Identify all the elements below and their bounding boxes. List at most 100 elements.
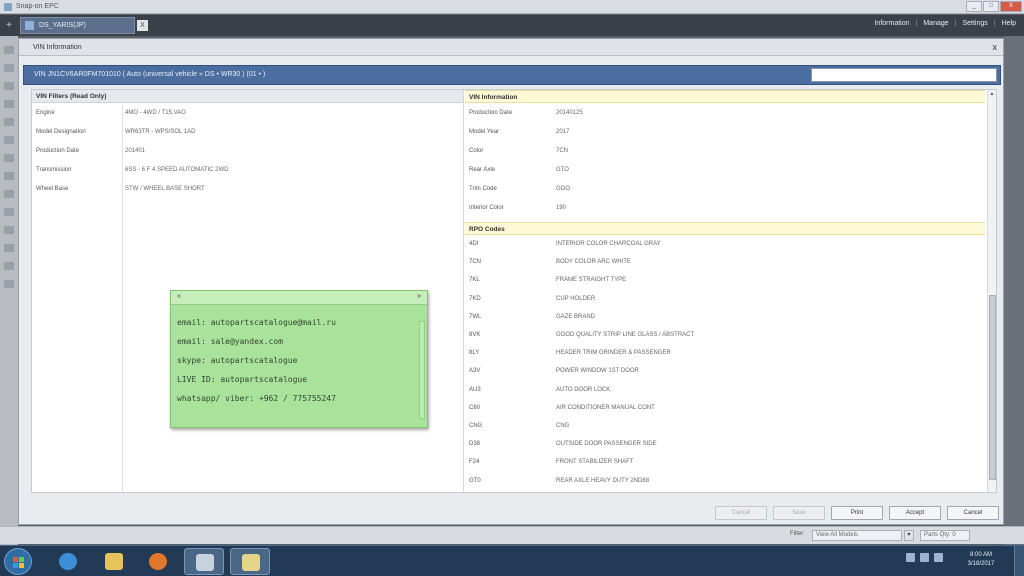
rpo-code: F24 bbox=[469, 459, 480, 466]
toolbar-icon bbox=[4, 262, 14, 270]
print-button[interactable]: Print bbox=[831, 506, 883, 520]
rpo-code: 8LY bbox=[469, 350, 480, 357]
save-disabled-button[interactable]: Save bbox=[773, 506, 825, 520]
maximize-button[interactable]: □ bbox=[983, 1, 999, 12]
info-value: GTO bbox=[556, 166, 569, 173]
vin-details-panel: VIN Filters (Read Only) Engine 4MO - 4WD … bbox=[31, 89, 997, 493]
rpo-description: POWER WINDOW 1ST DOOR bbox=[556, 368, 639, 375]
vertical-scrollbar[interactable]: ▲ bbox=[987, 90, 996, 492]
vin-info-column: VIN Information Production Date 20140125 … bbox=[465, 90, 985, 492]
rpo-row[interactable]: 7WL GAZE BRAND bbox=[465, 308, 985, 326]
filter-row: Production Date 201401 bbox=[32, 141, 463, 160]
start-button[interactable] bbox=[4, 548, 32, 575]
scroll-up-icon[interactable]: ▲ bbox=[988, 90, 996, 98]
accept-button[interactable]: Accept bbox=[889, 506, 941, 520]
rpo-row[interactable]: CNG CNG bbox=[465, 417, 985, 435]
cancel-disabled-button[interactable]: Cancel bbox=[715, 506, 767, 520]
app-icon bbox=[4, 2, 12, 11]
model-filter-select[interactable]: View All Models bbox=[812, 530, 902, 541]
tab-close-icon[interactable]: X bbox=[137, 20, 148, 31]
rpo-code: D38 bbox=[469, 441, 481, 448]
dialog-buttons: Cancel Save Print Accept Cancel bbox=[715, 506, 999, 520]
rpo-code: 4DI bbox=[469, 241, 479, 248]
rpo-row[interactable]: F24 FRONT STABILIZER SHAFT bbox=[465, 453, 985, 471]
scrollbar-thumb[interactable] bbox=[989, 295, 996, 480]
note-line-skype: skype: autopartscatalogue bbox=[177, 356, 298, 365]
note-scrollbar[interactable] bbox=[419, 321, 425, 419]
note-collapse-icon[interactable]: « bbox=[177, 293, 181, 300]
rpo-row[interactable]: 8LY HEADER TRIM GRINDER & PASSENGER bbox=[465, 344, 985, 362]
info-row: Color 7CN bbox=[465, 141, 985, 160]
rpo-row[interactable]: D38 OUTSIDE DOOR PASSENGER SIDE bbox=[465, 435, 985, 453]
info-value: 7CN bbox=[556, 147, 569, 154]
tray-volume-icon[interactable] bbox=[934, 553, 943, 562]
filter-row: Wheel Base STW / WHEEL BASE SHORT bbox=[32, 179, 463, 198]
rpo-row[interactable]: AU3 AUTO DOOR LOCK bbox=[465, 381, 985, 399]
rpo-row[interactable]: A3V POWER WINDOW 1ST DOOR bbox=[465, 362, 985, 380]
rpo-description: BODY COLOR ARC WHITE bbox=[556, 259, 631, 266]
vin-bar-text: VIN JN1CV6AR0FM701010 ( Auto (universal … bbox=[34, 71, 266, 78]
note-expand-icon[interactable]: » bbox=[417, 293, 421, 300]
window-controls: _ □ X bbox=[966, 1, 1022, 12]
taskbar-ie[interactable] bbox=[48, 548, 88, 575]
rpo-row[interactable]: 7CN BODY COLOR ARC WHITE bbox=[465, 253, 985, 271]
rpo-description: CUP HOLDER bbox=[556, 295, 596, 302]
filter-label: Filter bbox=[790, 531, 804, 537]
windows-taskbar: 8:00 AM 3/18/2017 bbox=[0, 545, 1024, 576]
taskbar-app-active[interactable] bbox=[184, 548, 224, 575]
menu-help[interactable]: Help bbox=[1002, 20, 1016, 27]
menu-settings[interactable]: Settings bbox=[962, 20, 987, 27]
vin-information-dialog: VIN Information x VIN JN1CV6AR0FM701010 … bbox=[18, 38, 1004, 525]
vin-search-input[interactable] bbox=[811, 68, 997, 82]
menu-manage[interactable]: Manage bbox=[923, 20, 948, 27]
left-toolbar-dimmed bbox=[0, 36, 18, 546]
note-line-email: email: autopartscatalogue@mail.ru bbox=[177, 318, 336, 327]
info-value: GOO bbox=[556, 185, 571, 192]
taskbar-clock[interactable]: 8:00 AM 3/18/2017 bbox=[960, 551, 1002, 569]
note-line-whatsapp: whatsapp/ viber: +962 / 775755247 bbox=[177, 394, 336, 403]
taskbar-app-2[interactable] bbox=[230, 548, 270, 575]
info-key: Interior Color bbox=[469, 204, 504, 211]
chevron-down-icon[interactable]: ▾ bbox=[904, 530, 914, 541]
filter-key: Engine bbox=[36, 109, 55, 116]
rpo-description: AUTO DOOR LOCK bbox=[556, 386, 611, 393]
cancel-button[interactable]: Cancel bbox=[947, 506, 999, 520]
rpo-description: OUTSIDE DOOR PASSENGER SIDE bbox=[556, 441, 657, 448]
tray-arrow-icon[interactable] bbox=[906, 553, 915, 562]
toolbar-icon bbox=[4, 172, 14, 180]
info-value: 2017 bbox=[556, 128, 570, 135]
filter-row: Engine 4MO - 4WD / T15.VAO bbox=[32, 103, 463, 122]
toolbar-icon bbox=[4, 190, 14, 198]
info-key: Color bbox=[469, 147, 484, 154]
dialog-close-icon[interactable]: x bbox=[993, 39, 998, 56]
taskbar-media[interactable] bbox=[138, 548, 178, 575]
info-value: 20140125 bbox=[556, 109, 583, 116]
column-divider bbox=[122, 104, 123, 492]
rpo-row[interactable]: 4DI INTERIOR COLOR CHARCOAL GRAY bbox=[465, 235, 985, 253]
toolbar-icon bbox=[4, 280, 14, 288]
rpo-row[interactable]: C60 AIR CONDITIONER MANUAL CONT bbox=[465, 399, 985, 417]
rpo-row[interactable]: GT0 REAR AXLE HEAVY DUTY 2ND88 bbox=[465, 471, 985, 489]
clock-date: 3/18/2017 bbox=[967, 561, 995, 567]
dialog-header: VIN Information x bbox=[19, 39, 1003, 56]
rpo-row[interactable]: 8VK GOOD QUALITY STRIP LINE GLASS / ABSTR… bbox=[465, 326, 985, 344]
close-window-button[interactable]: X bbox=[1000, 1, 1022, 12]
section-title: VIN Information bbox=[465, 90, 985, 103]
note-header: « » bbox=[171, 291, 427, 305]
note-body: email: autopartscatalogue@mail.ru email:… bbox=[171, 305, 427, 416]
taskbar-explorer[interactable] bbox=[94, 548, 134, 575]
menu-information[interactable]: Information bbox=[874, 20, 909, 27]
menu-separator: | bbox=[993, 20, 996, 27]
rpo-row[interactable]: 7KL FRAME STRAIGHT TYPE bbox=[465, 271, 985, 289]
note-app-icon bbox=[242, 554, 260, 571]
plus-icon[interactable]: + bbox=[2, 19, 16, 33]
info-key: Trim Code bbox=[469, 185, 497, 192]
rpo-description: FRAME STRAIGHT TYPE bbox=[556, 277, 627, 284]
tray-network-icon[interactable] bbox=[920, 553, 929, 562]
app-statusbar: Filter View All Models ▾ Parts Qty: 0 bbox=[0, 526, 1024, 544]
minimize-button[interactable]: _ bbox=[966, 1, 982, 12]
tab-catalog[interactable]: DS_YARIS(JP) bbox=[20, 17, 135, 34]
rpo-row[interactable]: 7KD CUP HOLDER bbox=[465, 290, 985, 308]
show-desktop-button[interactable] bbox=[1014, 546, 1024, 576]
info-row: Rear Axle GTO bbox=[465, 160, 985, 179]
